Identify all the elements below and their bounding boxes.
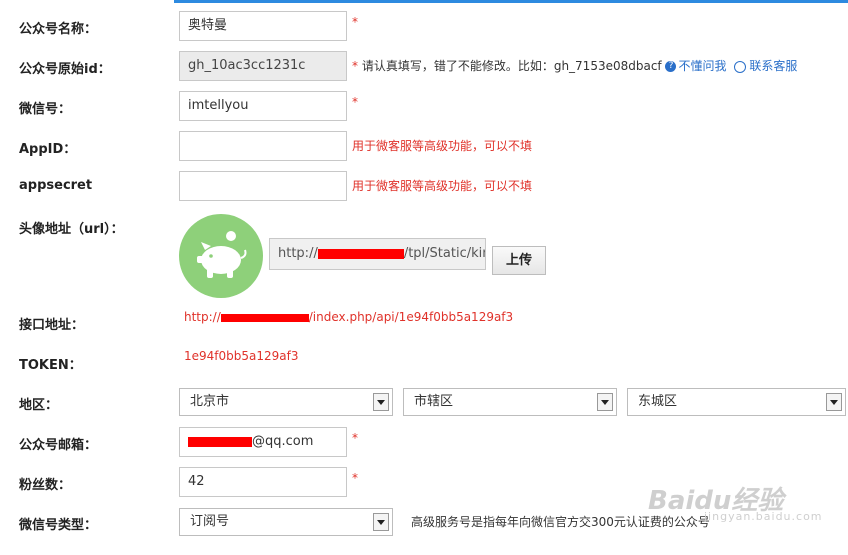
name-label: 公众号名称： bbox=[19, 22, 98, 37]
region-label: 地区： bbox=[19, 398, 59, 413]
url-suffix: /tpl/Static/kinc bbox=[403, 246, 485, 261]
question-icon: ? bbox=[665, 61, 677, 72]
original-id-hint: 请认真填写，错了不能修改。比如：gh_7153e08dbacf bbox=[361, 59, 662, 73]
name-input[interactable]: 奥特曼 bbox=[179, 11, 347, 41]
appid-input[interactable] bbox=[179, 131, 347, 161]
redacted-bar bbox=[317, 248, 404, 259]
chevron-down-icon[interactable] bbox=[826, 393, 842, 411]
piggy-bank-icon bbox=[197, 231, 247, 278]
watermark-sub: jingyan.baidu.com bbox=[704, 510, 823, 523]
email-label: 公众号邮箱： bbox=[19, 438, 98, 453]
city-value: 市辖区 bbox=[414, 394, 454, 409]
api-url: http:// /index.php/api/1e94f0bb5a129af3 bbox=[184, 310, 513, 324]
api-suffix: /index.php/api/1e94f0bb5a129af3 bbox=[308, 310, 514, 324]
top-accent-line bbox=[174, 0, 848, 3]
fans-input[interactable]: 42 bbox=[179, 467, 347, 497]
email-suffix: @qq.com bbox=[252, 434, 314, 449]
original-id-hint-row: * 请认真填写，错了不能修改。比如：gh_7153e08dbacf ? 不懂问我 … bbox=[352, 57, 797, 74]
province-value: 北京市 bbox=[190, 394, 230, 409]
help-link[interactable]: 不懂问我 bbox=[678, 59, 726, 73]
url-prefix: http:// bbox=[278, 246, 318, 261]
token-value: 1e94f0bb5a129af3 bbox=[184, 349, 299, 363]
token-label: TOKEN： bbox=[19, 358, 82, 373]
appsecret-input[interactable] bbox=[179, 171, 347, 201]
appsecret-label: appsecret bbox=[19, 178, 93, 193]
api-label: 接口地址： bbox=[19, 318, 85, 333]
district-value: 东城区 bbox=[638, 394, 678, 409]
wechat-input[interactable]: imtellyou bbox=[179, 91, 347, 121]
required-star: * bbox=[352, 59, 358, 73]
type-label: 微信号类型： bbox=[19, 518, 98, 533]
fans-label: 粉丝数： bbox=[19, 478, 72, 493]
required-star: * bbox=[352, 431, 358, 445]
appsecret-hint: 用于微客服等高级功能，可以不填 bbox=[352, 179, 533, 193]
original-id-input[interactable]: gh_10ac3cc1231c bbox=[179, 51, 347, 81]
chevron-down-icon[interactable] bbox=[373, 513, 389, 531]
chevron-down-icon[interactable] bbox=[597, 393, 613, 411]
contact-service-link[interactable]: 联系客服 bbox=[749, 59, 797, 73]
redacted-bar bbox=[220, 313, 309, 322]
avatar-url-input[interactable]: http:// /tpl/Static/kinc bbox=[269, 238, 486, 270]
smile-icon bbox=[734, 60, 747, 73]
required-star: * bbox=[352, 471, 358, 485]
district-select[interactable]: 东城区 bbox=[627, 388, 846, 416]
type-value: 订阅号 bbox=[190, 514, 230, 529]
original-id-label: 公众号原始id： bbox=[19, 62, 111, 77]
redacted-bar bbox=[188, 436, 252, 447]
chevron-down-icon[interactable] bbox=[373, 393, 389, 411]
email-input[interactable]: @qq.com bbox=[179, 427, 347, 457]
upload-button[interactable]: 上传 bbox=[492, 246, 546, 275]
required-star: * bbox=[352, 95, 358, 109]
city-select[interactable]: 市辖区 bbox=[403, 388, 617, 416]
wechat-label: 微信号： bbox=[19, 102, 72, 117]
avatar bbox=[179, 214, 263, 298]
type-select[interactable]: 订阅号 bbox=[179, 508, 393, 536]
required-star: * bbox=[352, 15, 358, 29]
baidu-watermark: Baidu经验 jingyan.baidu.com bbox=[648, 480, 822, 523]
appid-hint: 用于微客服等高级功能，可以不填 bbox=[352, 139, 533, 153]
appid-label: AppID： bbox=[19, 142, 77, 157]
api-prefix: http:// bbox=[184, 310, 221, 324]
province-select[interactable]: 北京市 bbox=[179, 388, 393, 416]
avatar-label: 头像地址（url）： bbox=[19, 222, 124, 237]
